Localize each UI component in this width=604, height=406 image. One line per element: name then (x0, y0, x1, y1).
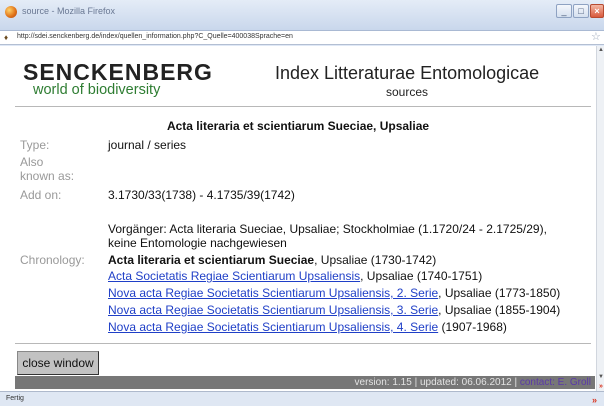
browser-status-bar: Fertig » (0, 391, 604, 406)
addon-status-icon[interactable]: » (592, 393, 597, 406)
close-window-button[interactable]: × (590, 4, 604, 18)
predecessor-note-line-1: Vorgänger: Acta literaria Sueciae, Upsal… (108, 222, 547, 236)
chronology-link-nova-acta-3[interactable]: Nova acta Regiae Societatis Scientiarum … (108, 303, 438, 317)
chronology-item-details: , Upsaliae (1855-1904) (438, 303, 561, 317)
page-content: SENCKENBERG world of biodiversity Index … (0, 46, 596, 391)
chronology-link-acta-societatis[interactable]: Acta Societatis Regiae Scientiarum Upsal… (108, 269, 360, 283)
chronology-item: Nova acta Regiae Societatis Scientiarum … (108, 286, 560, 300)
add-on-value: 3.1730/33(1738) - 4.1735/39(1742) (108, 188, 295, 202)
chronology-link-nova-acta-2[interactable]: Nova acta Regiae Societatis Scientiarum … (108, 286, 438, 300)
add-on-label: Add on: (20, 188, 62, 202)
page-footer: version: 1.15 | updated: 06.06.2012 | co… (15, 376, 595, 389)
status-text: Fertig (6, 395, 24, 402)
scroll-marker-icon: » (599, 383, 603, 390)
index-title: Index Litteraturae Entomologicae (275, 63, 540, 83)
window-title: source - Mozilla Firefox (22, 6, 116, 16)
address-bar[interactable]: ♦ http://sdei.senckenberg.de/index/quell… (0, 31, 604, 45)
chronology-item-name: Acta literaria et scientiarum Sueciae (108, 253, 315, 267)
brand-tagline: world of biodiversity (33, 82, 161, 98)
close-window-page-button[interactable]: close window (17, 351, 99, 375)
chronology-item: Nova acta Regiae Societatis Scientiarum … (108, 320, 507, 334)
content-divider (15, 343, 591, 344)
chronology-item-details: , Upsaliae (1773-1850) (438, 286, 561, 300)
type-label: Type: (20, 138, 50, 152)
scroll-down-icon[interactable]: ▼ (597, 373, 604, 382)
version-info: version: 1.15 | updated: 06.06.2012 | (354, 377, 520, 388)
firefox-icon (5, 6, 17, 18)
journal-title: Acta literaria et scientiarum Sueciae, U… (166, 119, 430, 133)
scroll-up-icon[interactable]: ▲ (597, 46, 604, 55)
also-known-as-label: Also known as: (20, 155, 75, 183)
page-subtitle: sources (386, 85, 429, 99)
chronology-item: Nova acta Regiae Societatis Scientiarum … (108, 303, 560, 317)
predecessor-note-line-2: keine Entomologie nachgewiesen (108, 236, 287, 250)
chronology-link-nova-acta-4[interactable]: Nova acta Regiae Societatis Scientiarum … (108, 320, 438, 334)
vertical-scrollbar[interactable]: ▲ ▼ » (596, 46, 604, 391)
chronology-item-details: , Upsaliae (1730-1742) (314, 253, 437, 267)
url-text[interactable]: http://sdei.senckenberg.de/index/quellen… (17, 33, 293, 40)
chronology-label: Chronology: (20, 253, 85, 267)
header-divider (15, 106, 591, 107)
chronology-item-current: Acta literaria et scientiarum Sueciae, U… (108, 253, 436, 267)
bookmark-star-icon[interactable]: ☆ (591, 31, 601, 44)
chronology-item: Acta Societatis Regiae Scientiarum Upsal… (108, 269, 482, 283)
chronology-item-details: , Upsaliae (1740-1751) (360, 269, 483, 283)
contact-link[interactable]: contact: E. Groll (520, 377, 591, 388)
site-identity-icon[interactable]: ♦ (4, 33, 13, 42)
minimize-button[interactable]: _ (556, 4, 572, 18)
window-titlebar: source - Mozilla Firefox _ □ × (0, 0, 604, 31)
maximize-button[interactable]: □ (573, 4, 589, 18)
type-value: journal / series (108, 138, 187, 152)
chronology-item-details: (1907-1968) (438, 320, 507, 334)
